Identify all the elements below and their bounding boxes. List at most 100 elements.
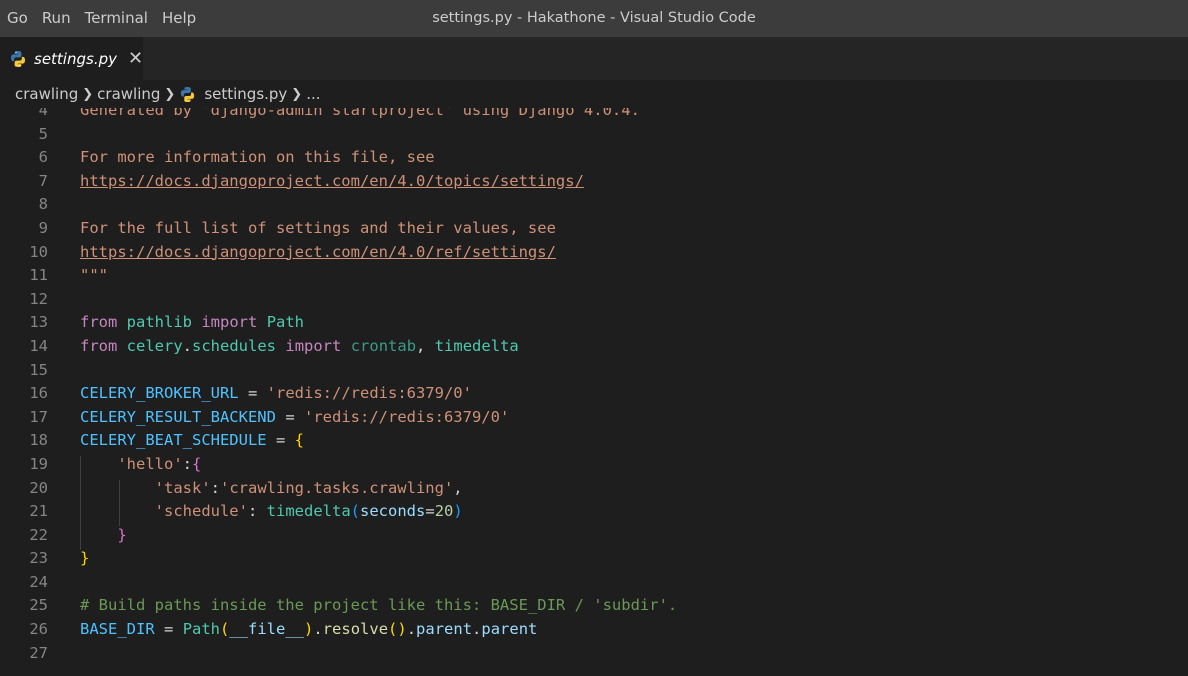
variable: __file__ xyxy=(229,620,305,639)
line-number: 26 xyxy=(29,620,48,639)
bracket: } xyxy=(117,525,127,544)
variable: BASE_DIR xyxy=(80,620,155,639)
docstring-end: """ xyxy=(80,266,108,285)
code-line: 9 For the full list of settings and their… xyxy=(0,217,556,241)
module-name: schedules xyxy=(192,336,277,355)
operator: = xyxy=(425,502,435,521)
line-number: 23 xyxy=(29,549,48,568)
class-name: Path xyxy=(182,620,221,639)
line-number: 13 xyxy=(29,313,48,332)
line-number: 4 xyxy=(38,108,48,119)
dot: . xyxy=(313,620,323,639)
menu-help[interactable]: Help xyxy=(155,0,203,37)
python-file-icon xyxy=(179,86,196,103)
code-line: 24 xyxy=(0,571,48,595)
chevron-right-icon: ❯ xyxy=(164,86,176,102)
bracket: } xyxy=(80,549,90,568)
module-name: pathlib xyxy=(126,313,192,332)
line-number: 6 xyxy=(38,148,48,167)
string: 'redis://redis:6379/0' xyxy=(304,407,510,426)
operator: = xyxy=(164,620,174,639)
chevron-right-icon: ❯ xyxy=(291,86,303,102)
breadcrumb: crawling ❯ crawling ❯ settings.py ❯ ... xyxy=(0,80,1188,108)
line-number: 19 xyxy=(29,454,48,473)
line-number: 10 xyxy=(29,242,48,261)
menu-terminal[interactable]: Terminal xyxy=(78,0,155,37)
line-number: 12 xyxy=(29,289,48,308)
bracket: { xyxy=(294,431,305,450)
variable: CELERY_BROKER_URL xyxy=(80,384,239,403)
line-number: 8 xyxy=(38,195,48,214)
comma: , xyxy=(453,478,463,497)
menu-go[interactable]: Go xyxy=(0,0,35,37)
menu-bar: Go Run Terminal Help xyxy=(0,0,203,37)
chevron-right-icon: ❯ xyxy=(82,86,94,102)
colon: : xyxy=(210,478,220,497)
comma: , xyxy=(416,336,426,355)
code-line: 19 'hello':{ xyxy=(0,453,201,477)
tab-settings-py[interactable]: settings.py ✕ xyxy=(0,37,143,80)
operator: = xyxy=(285,407,295,426)
docstring-text: For more information on this file, see xyxy=(80,148,435,167)
keyword: from xyxy=(80,336,118,355)
variable: CELERY_BEAT_SCHEDULE xyxy=(80,431,267,450)
breadcrumb-item-symbol[interactable]: ... xyxy=(306,85,320,103)
breadcrumb-item-crawling[interactable]: crawling xyxy=(15,85,78,103)
breadcrumb-item-file[interactable]: settings.py xyxy=(204,85,287,103)
line-number: 25 xyxy=(29,596,48,615)
code-editor[interactable]: 4 Generated by 'django-admin startproject… xyxy=(0,108,1188,676)
code-line: 22 } xyxy=(0,524,126,548)
code-line: 27 xyxy=(0,642,48,666)
code-line: 26 BASE_DIR = Path(__file__).resolve().pa… xyxy=(0,618,537,642)
menu-run[interactable]: Run xyxy=(35,0,78,37)
dot: . xyxy=(182,336,193,355)
string: 'redis://redis:6379/0' xyxy=(266,384,472,403)
tab-bar: settings.py ✕ xyxy=(0,37,1188,80)
docstring-link[interactable]: https://docs.djangoproject.com/en/4.0/to… xyxy=(80,170,584,194)
operator: = xyxy=(275,431,286,450)
string: 'task' xyxy=(154,478,211,497)
line-number: 15 xyxy=(29,360,48,379)
docstring-text: Generated by 'django-admin startproject'… xyxy=(80,108,640,119)
docstring-link[interactable]: https://docs.djangoproject.com/en/4.0/re… xyxy=(80,241,556,265)
comment: # Build paths inside the project like th… xyxy=(80,596,678,615)
bracket: ) xyxy=(304,620,314,639)
code-line: 5 xyxy=(0,123,48,147)
module-name: celery xyxy=(126,336,183,355)
code-line: 11 """ xyxy=(0,264,108,288)
operator: = xyxy=(247,384,258,403)
number: 20 xyxy=(434,502,454,521)
dot: . xyxy=(472,620,482,639)
string: 'hello' xyxy=(117,454,183,473)
code-line: 15 xyxy=(0,359,48,383)
line-number: 22 xyxy=(29,525,48,544)
keyword: import xyxy=(285,336,342,355)
tab-label: settings.py xyxy=(34,49,117,68)
line-number: 16 xyxy=(29,384,48,403)
code-line: 4 Generated by 'django-admin startproject… xyxy=(0,108,640,123)
bracket: () xyxy=(388,620,407,639)
parameter: seconds xyxy=(360,502,426,521)
close-icon[interactable]: ✕ xyxy=(128,49,143,68)
keyword: import xyxy=(201,313,258,332)
code-line: 25 # Build paths inside the project like … xyxy=(0,594,677,618)
imported-name: Path xyxy=(266,313,305,332)
bracket: ) xyxy=(453,502,463,521)
code-line: 17 CELERY_RESULT_BACKEND = 'redis://redis… xyxy=(0,406,509,430)
code-line: 10 https://docs.djangoproject.com/en/4.0/… xyxy=(0,241,556,265)
code-line: 8 xyxy=(0,193,48,217)
code-line: 21 'schedule': timedelta(seconds=20) xyxy=(0,500,462,524)
colon: : xyxy=(247,502,258,521)
code-line: 18 CELERY_BEAT_SCHEDULE = { xyxy=(0,429,304,453)
code-line: 14 from celery.schedules import crontab, … xyxy=(0,335,518,359)
title-bar: Go Run Terminal Help settings.py - Hakat… xyxy=(0,0,1188,37)
colon: : xyxy=(182,454,192,473)
imported-name: timedelta xyxy=(434,336,519,355)
line-number: 14 xyxy=(29,336,48,355)
bracket: ( xyxy=(350,502,361,521)
imported-name: crontab xyxy=(350,336,417,355)
code-line: 12 xyxy=(0,288,48,312)
docstring-text: For the full list of settings and their … xyxy=(80,218,556,237)
function-name: timedelta xyxy=(266,502,351,521)
breadcrumb-item-crawling-sub[interactable]: crawling xyxy=(97,85,160,103)
